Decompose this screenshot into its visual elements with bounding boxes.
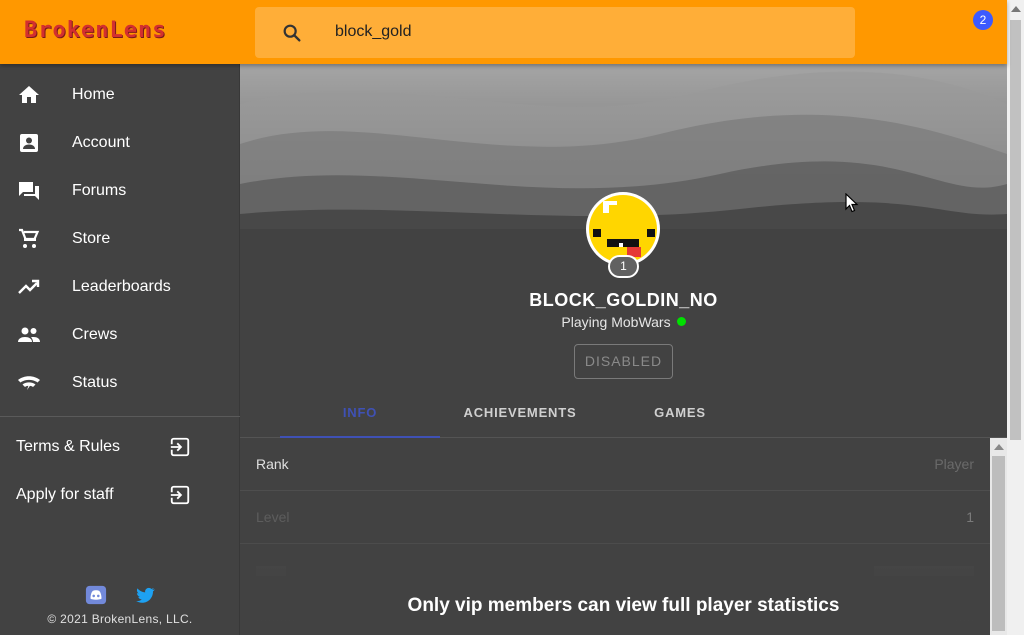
link-label: Terms & Rules bbox=[16, 438, 121, 455]
cart-icon bbox=[19, 228, 40, 248]
top-app-bar: BrokenLens bbox=[0, 0, 1007, 64]
stat-key: Rank bbox=[256, 456, 289, 472]
search-bar[interactable] bbox=[255, 7, 855, 58]
nav-item-label: Account bbox=[72, 134, 130, 151]
search-input[interactable] bbox=[335, 21, 815, 43]
nav-item-label: Store bbox=[72, 230, 111, 247]
disabled-button: DISABLED bbox=[574, 344, 673, 379]
stat-value: 1 bbox=[966, 509, 974, 525]
sidebar-divider bbox=[0, 416, 240, 417]
stat-key: Level bbox=[256, 509, 290, 525]
scroll-up-arrow-icon[interactable] bbox=[994, 444, 1004, 450]
nav-item-store[interactable]: Store bbox=[0, 215, 240, 263]
level-badge: 1 bbox=[608, 255, 639, 278]
profile-status: Playing MobWars bbox=[240, 314, 1007, 330]
twitter-icon[interactable] bbox=[134, 584, 156, 606]
nav-item-label: Forums bbox=[72, 182, 127, 199]
signal-icon bbox=[18, 376, 40, 390]
nav-item-status[interactable]: Status bbox=[0, 359, 240, 407]
nav-item-forums[interactable]: Forums bbox=[0, 167, 240, 215]
nav-item-label: Status bbox=[72, 374, 118, 391]
profile-page: 1 BLOCK_GOLDIN_NO Playing MobWars DISABL… bbox=[240, 64, 1007, 635]
forum-icon bbox=[19, 182, 39, 200]
apply-staff-link[interactable]: Apply for staff bbox=[0, 472, 240, 520]
people-icon bbox=[18, 327, 40, 342]
stat-row-rank: Rank Player bbox=[240, 438, 990, 491]
tab-info[interactable]: INFO bbox=[280, 390, 440, 438]
nav-item-leaderboards[interactable]: Leaderboards bbox=[0, 263, 240, 311]
link-label: Apply for staff bbox=[16, 486, 114, 503]
navigation-drawer: Home Account Forums Store Leaderboards C… bbox=[0, 64, 240, 635]
brand-logo[interactable]: BrokenLens bbox=[24, 18, 166, 43]
nav-item-label: Home bbox=[72, 86, 115, 103]
stats-scrollbar[interactable] bbox=[990, 438, 1007, 635]
home-icon bbox=[19, 86, 39, 103]
status-text: Playing MobWars bbox=[561, 314, 671, 330]
exit-to-app-icon bbox=[169, 437, 190, 457]
nav-item-crews[interactable]: Crews bbox=[0, 311, 240, 359]
tab-games[interactable]: GAMES bbox=[600, 390, 760, 438]
exit-to-app-icon bbox=[169, 485, 190, 505]
copyright-text: © 2021 BrokenLens, LLC. bbox=[47, 612, 193, 626]
notification-badge: 2 bbox=[973, 10, 993, 30]
nav-item-label: Leaderboards bbox=[72, 278, 171, 295]
trending-up-icon bbox=[18, 279, 40, 294]
scroll-thumb[interactable] bbox=[992, 456, 1005, 631]
tab-achievements[interactable]: ACHIEVEMENTS bbox=[440, 390, 600, 438]
scroll-up-arrow-icon[interactable] bbox=[1011, 6, 1021, 12]
vip-message: Only vip members can view full player st… bbox=[407, 595, 840, 616]
search-icon bbox=[283, 24, 301, 42]
nav-item-label: Crews bbox=[72, 326, 118, 343]
nav-item-home[interactable]: Home bbox=[0, 71, 240, 119]
mouse-cursor-icon bbox=[845, 193, 859, 213]
nav-item-account[interactable]: Account bbox=[0, 119, 240, 167]
discord-icon[interactable] bbox=[85, 584, 107, 606]
scroll-thumb[interactable] bbox=[1010, 20, 1021, 440]
stat-value: Player bbox=[934, 456, 974, 472]
online-indicator bbox=[676, 317, 686, 326]
terms-rules-link[interactable]: Terms & Rules bbox=[0, 424, 240, 472]
page-scrollbar[interactable] bbox=[1007, 0, 1024, 635]
profile-tabs: INFO ACHIEVEMENTS GAMES bbox=[240, 390, 1007, 438]
account-icon bbox=[20, 134, 38, 152]
stats-fade-overlay bbox=[240, 534, 990, 635]
profile-username: BLOCK_GOLDIN_NO bbox=[529, 290, 718, 310]
